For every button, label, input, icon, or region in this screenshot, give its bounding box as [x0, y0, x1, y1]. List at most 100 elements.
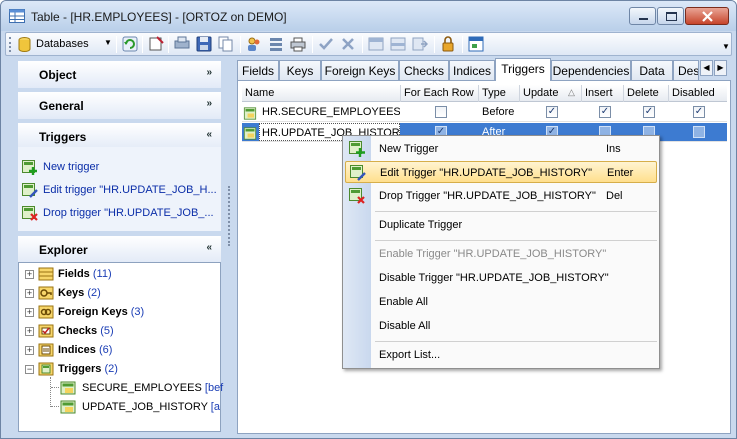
cell-name[interactable]: HR.SECURE_EMPLOYEES — [262, 103, 400, 122]
column-header-insert[interactable]: Insert — [582, 85, 624, 102]
tab-dependencies[interactable]: Dependencies — [551, 60, 631, 80]
tab-label: Triggers — [501, 62, 545, 76]
navigation-pane: Object » General » Triggers « New trigge… — [5, 57, 226, 437]
tree-node-label: Triggers — [58, 363, 102, 375]
tree-node-label: Checks — [58, 325, 98, 337]
window-list-icon[interactable] — [468, 36, 484, 52]
minimize-button[interactable] — [629, 7, 656, 25]
menu-separator — [375, 240, 657, 241]
tab-checks[interactable]: Checks — [399, 60, 449, 80]
expand-icon[interactable]: + — [25, 327, 34, 336]
chevron-double-up-icon[interactable]: « — [206, 242, 212, 253]
expand-icon[interactable]: + — [25, 346, 34, 355]
tab-foreign-keys[interactable]: Foreign Keys — [321, 60, 399, 80]
grid-columns-icon[interactable] — [368, 36, 384, 52]
tree-node-suffix: [bef — [204, 382, 224, 394]
menu-item-new-trigger[interactable]: New Trigger Ins — [345, 138, 657, 160]
column-header-disabled[interactable]: Disabled — [669, 85, 727, 102]
menu-item-shortcut: Del — [606, 190, 623, 202]
column-header-type[interactable]: Type — [479, 85, 520, 102]
tab-keys[interactable]: Keys — [279, 60, 321, 80]
edit-trigger-icon — [22, 183, 38, 198]
section-triggers-label: Triggers — [39, 130, 87, 144]
grid-export-icon[interactable] — [412, 36, 428, 52]
pane-splitter[interactable] — [228, 186, 231, 246]
tab-fields[interactable]: Fields — [237, 60, 279, 80]
section-object-label: Object — [39, 68, 77, 82]
printer-icon[interactable] — [290, 36, 306, 52]
refresh-icon[interactable] — [122, 36, 138, 52]
expand-icon[interactable]: + — [25, 289, 34, 298]
chevron-double-down-icon[interactable]: » — [206, 67, 212, 78]
column-header-label: Update — [523, 87, 559, 99]
menu-item-label: Enable All — [379, 296, 428, 308]
maximize-button[interactable] — [657, 7, 684, 25]
db-tools-icon[interactable] — [268, 36, 284, 52]
close-button[interactable] — [685, 7, 729, 25]
column-header-for-each-row[interactable]: For Each Row — [401, 85, 479, 102]
trigger-icon — [243, 127, 257, 140]
menu-item-label: New Trigger — [379, 143, 439, 155]
menu-item-disable-all[interactable]: Disable All — [345, 315, 657, 337]
tree-node-count: (11) — [92, 268, 112, 280]
checkbox-for-each-row[interactable] — [435, 106, 447, 118]
menu-item-export-list[interactable]: Export List... — [345, 344, 657, 366]
print-metadata-icon[interactable] — [174, 36, 190, 52]
checkbox-disabled[interactable] — [693, 126, 705, 138]
users-icon[interactable] — [246, 36, 262, 52]
object-properties-icon[interactable] — [148, 36, 164, 52]
menu-item-enable-trigger[interactable]: Enable Trigger "HR.UPDATE_JOB_HISTORY" — [345, 243, 657, 265]
checkbox-insert[interactable]: ✓ — [599, 106, 611, 118]
tab-strip: Fields Keys Foreign Keys Checks Indices … — [237, 58, 732, 81]
lock-icon[interactable] — [440, 36, 456, 52]
tab-data[interactable]: Data — [631, 60, 673, 80]
expand-icon[interactable]: + — [25, 270, 34, 279]
tab-triggers[interactable]: Triggers — [495, 58, 551, 81]
drop-trigger-link[interactable]: Drop trigger "HR.UPDATE_JOB_... — [22, 205, 218, 223]
menu-item-label: Disable Trigger "HR.UPDATE_JOB_HISTORY" — [379, 272, 609, 284]
toolbar-separator — [168, 36, 169, 53]
maximize-icon — [666, 12, 677, 21]
drop-trigger-icon — [349, 188, 365, 204]
section-object[interactable]: Object » — [18, 61, 221, 88]
grid-rows-icon[interactable] — [390, 36, 406, 52]
menu-item-drop-trigger[interactable]: Drop Trigger "HR.UPDATE_JOB_HISTORY" Del — [345, 185, 657, 207]
checkbox-disabled[interactable]: ✓ — [693, 106, 705, 118]
chevron-double-down-icon[interactable]: » — [206, 98, 212, 109]
toolbar-grip[interactable] — [9, 37, 12, 52]
collapse-icon[interactable]: − — [25, 365, 34, 374]
chevron-double-up-icon[interactable]: « — [206, 129, 212, 140]
menu-item-duplicate-trigger[interactable]: Duplicate Trigger — [345, 214, 657, 236]
tab-scroll-right-icon[interactable]: ▶ — [714, 60, 727, 76]
column-header-delete[interactable]: Delete — [624, 85, 669, 102]
databases-dropdown[interactable]: Databases ▼ — [16, 35, 116, 54]
section-general[interactable]: General » — [18, 92, 221, 119]
tree-guide-line — [50, 377, 51, 407]
expand-icon[interactable]: + — [25, 308, 34, 317]
menu-item-disable-trigger[interactable]: Disable Trigger "HR.UPDATE_JOB_HISTORY" — [345, 267, 657, 289]
menu-item-enable-all[interactable]: Enable All — [345, 291, 657, 313]
menu-item-label: Export List... — [379, 349, 441, 361]
cell-type[interactable]: Before — [482, 103, 518, 122]
rollback-icon[interactable] — [340, 36, 356, 52]
save-icon[interactable] — [196, 36, 212, 52]
section-explorer[interactable]: Explorer « — [18, 236, 221, 263]
column-header-update[interactable]: Update △ — [520, 85, 582, 102]
toolbar-overflow-icon[interactable]: ▼ — [722, 42, 730, 51]
new-trigger-link[interactable]: New trigger — [22, 159, 218, 177]
commit-icon[interactable] — [318, 36, 334, 52]
section-triggers[interactable]: Triggers « — [18, 123, 221, 150]
checkbox-delete[interactable]: ✓ — [643, 106, 655, 118]
edit-trigger-link[interactable]: Edit trigger "HR.UPDATE_JOB_H... — [22, 182, 218, 200]
toolbar-separator — [312, 36, 313, 53]
copy-icon[interactable] — [218, 36, 234, 52]
checkbox-update[interactable]: ✓ — [546, 106, 558, 118]
table-row[interactable]: HR.SECURE_EMPLOYEES Before ✓ ✓ ✓ ✓ — [242, 103, 727, 122]
tab-description[interactable]: Des — [673, 60, 699, 80]
tab-scroll-left-icon[interactable]: ◀ — [700, 60, 713, 76]
drop-trigger-icon — [22, 206, 38, 221]
menu-item-edit-trigger[interactable]: Edit Trigger "HR.UPDATE_JOB_HISTORY" Ent… — [345, 161, 657, 183]
tab-indices[interactable]: Indices — [449, 60, 495, 80]
column-header-name[interactable]: Name — [242, 85, 401, 102]
fields-icon — [38, 267, 54, 281]
